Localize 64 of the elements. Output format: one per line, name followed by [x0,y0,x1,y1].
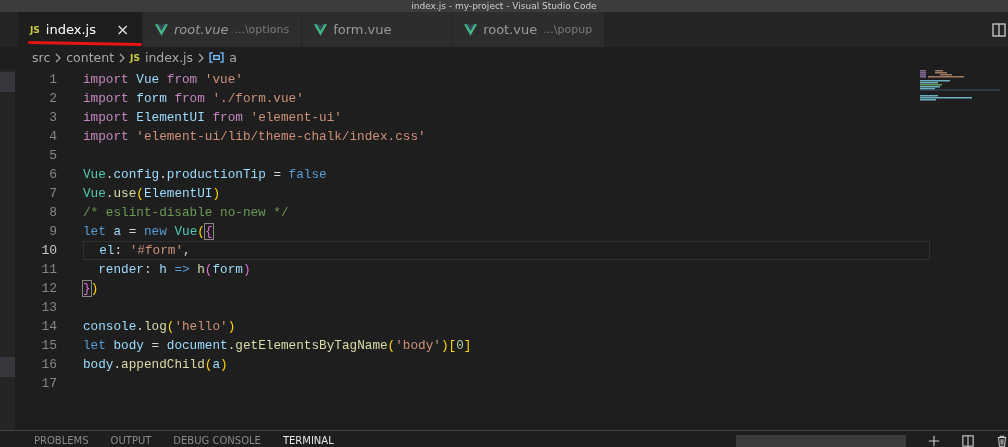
line-number: 16 [40,357,58,372]
editor-tab[interactable]: root.vue ...\options [143,12,303,47]
panel-tab[interactable]: DEBUG CONSOLE [173,435,261,447]
tab-label: form.vue [333,22,392,37]
line-number: 11 [40,262,58,277]
variable-icon [209,52,225,63]
line-number: 8 [48,205,58,220]
panel-tab[interactable]: PROBLEMS [34,435,89,447]
breadcrumb-item[interactable]: src [32,50,51,65]
vue-file-icon [464,23,478,36]
code-line: render: h => h(form) [97,262,251,277]
chevron-icon [119,52,126,63]
tab-label: root.vue [483,22,538,37]
line-number: 15 [40,338,58,353]
code-line: import Vue from 'vue' [83,72,243,87]
line-number: 17 [40,376,58,391]
code-line: /* eslint-disable no-new */ [83,205,289,220]
line-number: 7 [48,186,58,201]
breadcrumb-item[interactable]: a [229,50,237,65]
split-terminal-icon[interactable] [962,435,974,447]
tab-label: index.js [45,22,96,37]
line-number: 10 [40,243,58,258]
line-number: 3 [48,110,58,125]
line-number: 9 [48,224,58,239]
line-number: 2 [48,91,58,106]
code-line: body.appendChild(a) [83,357,228,372]
chevron-icon [198,52,205,63]
editor-tab[interactable]: JS index.js × [18,12,143,47]
code-line: Vue.use(ElementUI) [83,186,221,201]
code-line: console.log('hello') [83,319,236,334]
line-number: 14 [40,319,58,334]
code-line: let a = new Vue({ [83,224,213,239]
code-line: import form from './form.vue' [83,91,304,106]
plus-icon[interactable] [928,435,940,447]
js-file-icon: JS [130,52,140,63]
vue-file-icon [314,23,328,36]
code-line: }) [83,281,99,296]
panel-tab[interactable]: OUTPUT [110,435,152,447]
line-number: 12 [40,281,58,296]
tab-path: ...\popup [543,23,593,36]
line-number: 1 [48,72,58,87]
line-number: 13 [40,300,58,315]
chevron-icon [55,52,62,63]
editor-tab[interactable]: form.vue [302,12,453,47]
split-editor-icon[interactable] [992,22,1006,37]
trash-icon[interactable] [996,435,1008,447]
close-icon[interactable]: × [115,20,130,39]
line-number: 5 [48,148,58,163]
editor-tab[interactable]: root.vue ...\popup [452,12,606,47]
breadcrumb-item[interactable]: content [66,50,115,65]
line-number: 4 [48,129,58,144]
tab-path: ...\options [234,23,290,36]
code-line: let body = document.getElementsByTagName('body')[0] [83,338,472,353]
window-title: index.js - my-project - Visual Studio Code [411,1,597,11]
vue-file-icon [155,23,168,36]
code-line: import ElementUI from 'element-ui' [83,110,342,125]
breadcrumb-item[interactable]: index.js [144,50,194,65]
js-file-icon: JS [30,24,40,35]
code-line: el: '#form', [98,243,191,258]
line-number: 6 [48,167,58,182]
panel-tab[interactable]: TERMINAL [282,435,334,447]
code-line: import 'element-ui/lib/theme-chalk/index.css' [83,129,426,144]
tab-label: root.vue [174,22,229,37]
code-line: Vue.config.productionTip = false [83,167,327,182]
